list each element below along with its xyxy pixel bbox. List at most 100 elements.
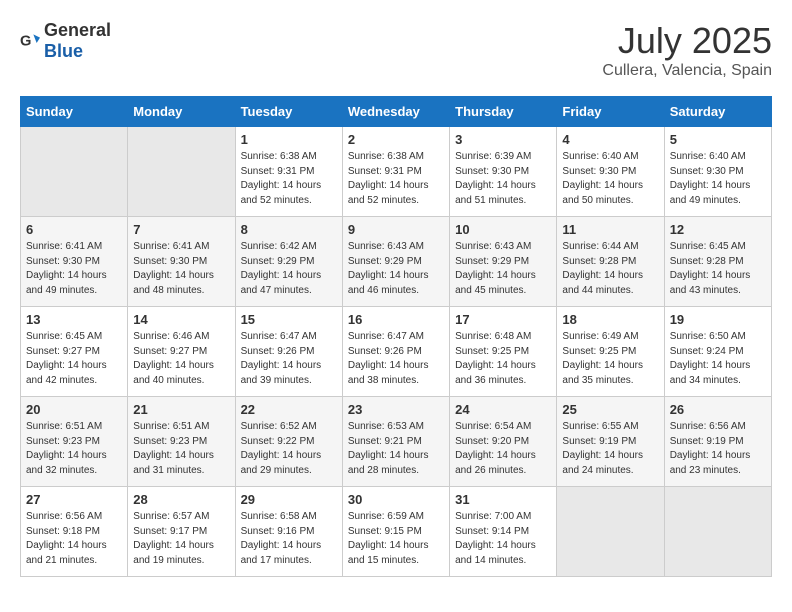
day-number: 9 xyxy=(348,222,444,237)
calendar-cell: 1 Sunrise: 6:38 AMSunset: 9:31 PMDaylight… xyxy=(235,127,342,217)
day-number: 8 xyxy=(241,222,337,237)
calendar-cell: 30 Sunrise: 6:59 AMSunset: 9:15 PMDayligh… xyxy=(342,487,449,577)
calendar-cell: 31 Sunrise: 7:00 AMSunset: 9:14 PMDayligh… xyxy=(450,487,557,577)
weekday-header: Sunday xyxy=(21,97,128,127)
day-info: Sunrise: 6:48 AMSunset: 9:25 PMDaylight:… xyxy=(455,330,551,388)
day-number: 14 xyxy=(133,312,229,327)
day-info: Sunrise: 6:38 AMSunset: 9:31 PMDaylight:… xyxy=(348,150,444,208)
day-number: 11 xyxy=(562,222,658,237)
day-info: Sunrise: 6:59 AMSunset: 9:15 PMDaylight:… xyxy=(348,510,444,568)
calendar-cell xyxy=(557,487,664,577)
calendar-cell xyxy=(21,127,128,217)
day-info: Sunrise: 6:57 AMSunset: 9:17 PMDaylight:… xyxy=(133,510,229,568)
day-number: 7 xyxy=(133,222,229,237)
calendar-table: SundayMondayTuesdayWednesdayThursdayFrid… xyxy=(20,96,772,577)
day-number: 19 xyxy=(670,312,766,327)
day-info: Sunrise: 6:41 AMSunset: 9:30 PMDaylight:… xyxy=(26,240,122,298)
svg-text:G: G xyxy=(20,34,31,50)
day-number: 13 xyxy=(26,312,122,327)
calendar-week-row: 6 Sunrise: 6:41 AMSunset: 9:30 PMDaylight… xyxy=(21,217,772,307)
day-number: 3 xyxy=(455,132,551,147)
calendar-week-row: 20 Sunrise: 6:51 AMSunset: 9:23 PMDayligh… xyxy=(21,397,772,487)
calendar-cell xyxy=(128,127,235,217)
day-info: Sunrise: 6:45 AMSunset: 9:28 PMDaylight:… xyxy=(670,240,766,298)
header: G General Blue July 2025 Cullera, Valenc… xyxy=(20,20,772,80)
calendar-cell: 6 Sunrise: 6:41 AMSunset: 9:30 PMDaylight… xyxy=(21,217,128,307)
calendar-cell: 20 Sunrise: 6:51 AMSunset: 9:23 PMDayligh… xyxy=(21,397,128,487)
calendar-cell: 21Sunrise: 6:51 AMSunset: 9:23 PMDayligh… xyxy=(128,397,235,487)
day-number: 27 xyxy=(26,492,122,507)
day-info: Sunrise: 6:40 AMSunset: 9:30 PMDaylight:… xyxy=(670,150,766,208)
day-info: Sunrise: 6:39 AMSunset: 9:30 PMDaylight:… xyxy=(455,150,551,208)
calendar-cell: 17 Sunrise: 6:48 AMSunset: 9:25 PMDayligh… xyxy=(450,307,557,397)
day-info: Sunrise: 7:00 AMSunset: 9:14 PMDaylight:… xyxy=(455,510,551,568)
day-info: Sunrise: 6:52 AMSunset: 9:22 PMDaylight:… xyxy=(241,420,337,478)
logo: G General Blue xyxy=(20,20,111,62)
day-number: 15 xyxy=(241,312,337,327)
day-info: Sunrise: 6:47 AMSunset: 9:26 PMDaylight:… xyxy=(348,330,444,388)
day-number: 4 xyxy=(562,132,658,147)
day-info: Sunrise: 6:54 AMSunset: 9:20 PMDaylight:… xyxy=(455,420,551,478)
calendar-cell: 14 Sunrise: 6:46 AMSunset: 9:27 PMDayligh… xyxy=(128,307,235,397)
calendar-cell: 15 Sunrise: 6:47 AMSunset: 9:26 PMDayligh… xyxy=(235,307,342,397)
day-info: Sunrise: 6:43 AMSunset: 9:29 PMDaylight:… xyxy=(455,240,551,298)
day-number: 24 xyxy=(455,402,551,417)
calendar-cell: 10 Sunrise: 6:43 AMSunset: 9:29 PMDayligh… xyxy=(450,217,557,307)
day-number: 1 xyxy=(241,132,337,147)
day-info: Sunrise: 6:38 AMSunset: 9:31 PMDaylight:… xyxy=(241,150,337,208)
day-number: 30 xyxy=(348,492,444,507)
day-info: Sunrise: 6:56 AMSunset: 9:18 PMDaylight:… xyxy=(26,510,122,568)
calendar-cell: 23Sunrise: 6:53 AMSunset: 9:21 PMDayligh… xyxy=(342,397,449,487)
calendar-cell: 26 Sunrise: 6:56 AMSunset: 9:19 PMDayligh… xyxy=(664,397,771,487)
calendar-cell: 19 Sunrise: 6:50 AMSunset: 9:24 PMDayligh… xyxy=(664,307,771,397)
day-number: 29 xyxy=(241,492,337,507)
calendar-cell: 9Sunrise: 6:43 AMSunset: 9:29 PMDaylight… xyxy=(342,217,449,307)
day-number: 23 xyxy=(348,402,444,417)
day-number: 16 xyxy=(348,312,444,327)
day-number: 12 xyxy=(670,222,766,237)
day-number: 18 xyxy=(562,312,658,327)
month-title: July 2025 xyxy=(602,20,772,62)
day-info: Sunrise: 6:49 AMSunset: 9:25 PMDaylight:… xyxy=(562,330,658,388)
day-number: 5 xyxy=(670,132,766,147)
calendar-cell: 29Sunrise: 6:58 AMSunset: 9:16 PMDayligh… xyxy=(235,487,342,577)
calendar-cell: 16 Sunrise: 6:47 AMSunset: 9:26 PMDayligh… xyxy=(342,307,449,397)
logo-icon: G xyxy=(20,31,40,51)
title-area: July 2025 Cullera, Valencia, Spain xyxy=(602,20,772,80)
calendar-cell: 22 Sunrise: 6:52 AMSunset: 9:22 PMDayligh… xyxy=(235,397,342,487)
calendar-cell: 12 Sunrise: 6:45 AMSunset: 9:28 PMDayligh… xyxy=(664,217,771,307)
day-number: 17 xyxy=(455,312,551,327)
day-info: Sunrise: 6:50 AMSunset: 9:24 PMDaylight:… xyxy=(670,330,766,388)
day-info: Sunrise: 6:44 AMSunset: 9:28 PMDaylight:… xyxy=(562,240,658,298)
day-number: 20 xyxy=(26,402,122,417)
calendar-cell: 8 Sunrise: 6:42 AMSunset: 9:29 PMDaylight… xyxy=(235,217,342,307)
logo-blue: Blue xyxy=(44,41,83,61)
calendar-cell: 13 Sunrise: 6:45 AMSunset: 9:27 PMDayligh… xyxy=(21,307,128,397)
day-number: 31 xyxy=(455,492,551,507)
calendar-cell: 18 Sunrise: 6:49 AMSunset: 9:25 PMDayligh… xyxy=(557,307,664,397)
calendar-week-row: 27 Sunrise: 6:56 AMSunset: 9:18 PMDayligh… xyxy=(21,487,772,577)
calendar-week-row: 1 Sunrise: 6:38 AMSunset: 9:31 PMDaylight… xyxy=(21,127,772,217)
day-info: Sunrise: 6:41 AMSunset: 9:30 PMDaylight:… xyxy=(133,240,229,298)
calendar-body: 1 Sunrise: 6:38 AMSunset: 9:31 PMDaylight… xyxy=(21,127,772,577)
day-number: 28 xyxy=(133,492,229,507)
day-number: 6 xyxy=(26,222,122,237)
day-number: 26 xyxy=(670,402,766,417)
day-info: Sunrise: 6:51 AMSunset: 9:23 PMDaylight:… xyxy=(26,420,122,478)
day-number: 10 xyxy=(455,222,551,237)
day-number: 25 xyxy=(562,402,658,417)
calendar-cell: 25Sunrise: 6:55 AMSunset: 9:19 PMDayligh… xyxy=(557,397,664,487)
calendar-cell: 27 Sunrise: 6:56 AMSunset: 9:18 PMDayligh… xyxy=(21,487,128,577)
day-info: Sunrise: 6:56 AMSunset: 9:19 PMDaylight:… xyxy=(670,420,766,478)
day-info: Sunrise: 6:47 AMSunset: 9:26 PMDaylight:… xyxy=(241,330,337,388)
day-info: Sunrise: 6:51 AMSunset: 9:23 PMDaylight:… xyxy=(133,420,229,478)
day-info: Sunrise: 6:46 AMSunset: 9:27 PMDaylight:… xyxy=(133,330,229,388)
day-number: 2 xyxy=(348,132,444,147)
day-number: 22 xyxy=(241,402,337,417)
calendar-week-row: 13 Sunrise: 6:45 AMSunset: 9:27 PMDayligh… xyxy=(21,307,772,397)
day-info: Sunrise: 6:45 AMSunset: 9:27 PMDaylight:… xyxy=(26,330,122,388)
calendar-cell: 2 Sunrise: 6:38 AMSunset: 9:31 PMDaylight… xyxy=(342,127,449,217)
day-info: Sunrise: 6:42 AMSunset: 9:29 PMDaylight:… xyxy=(241,240,337,298)
weekday-header: Wednesday xyxy=(342,97,449,127)
calendar-cell: 11 Sunrise: 6:44 AMSunset: 9:28 PMDayligh… xyxy=(557,217,664,307)
